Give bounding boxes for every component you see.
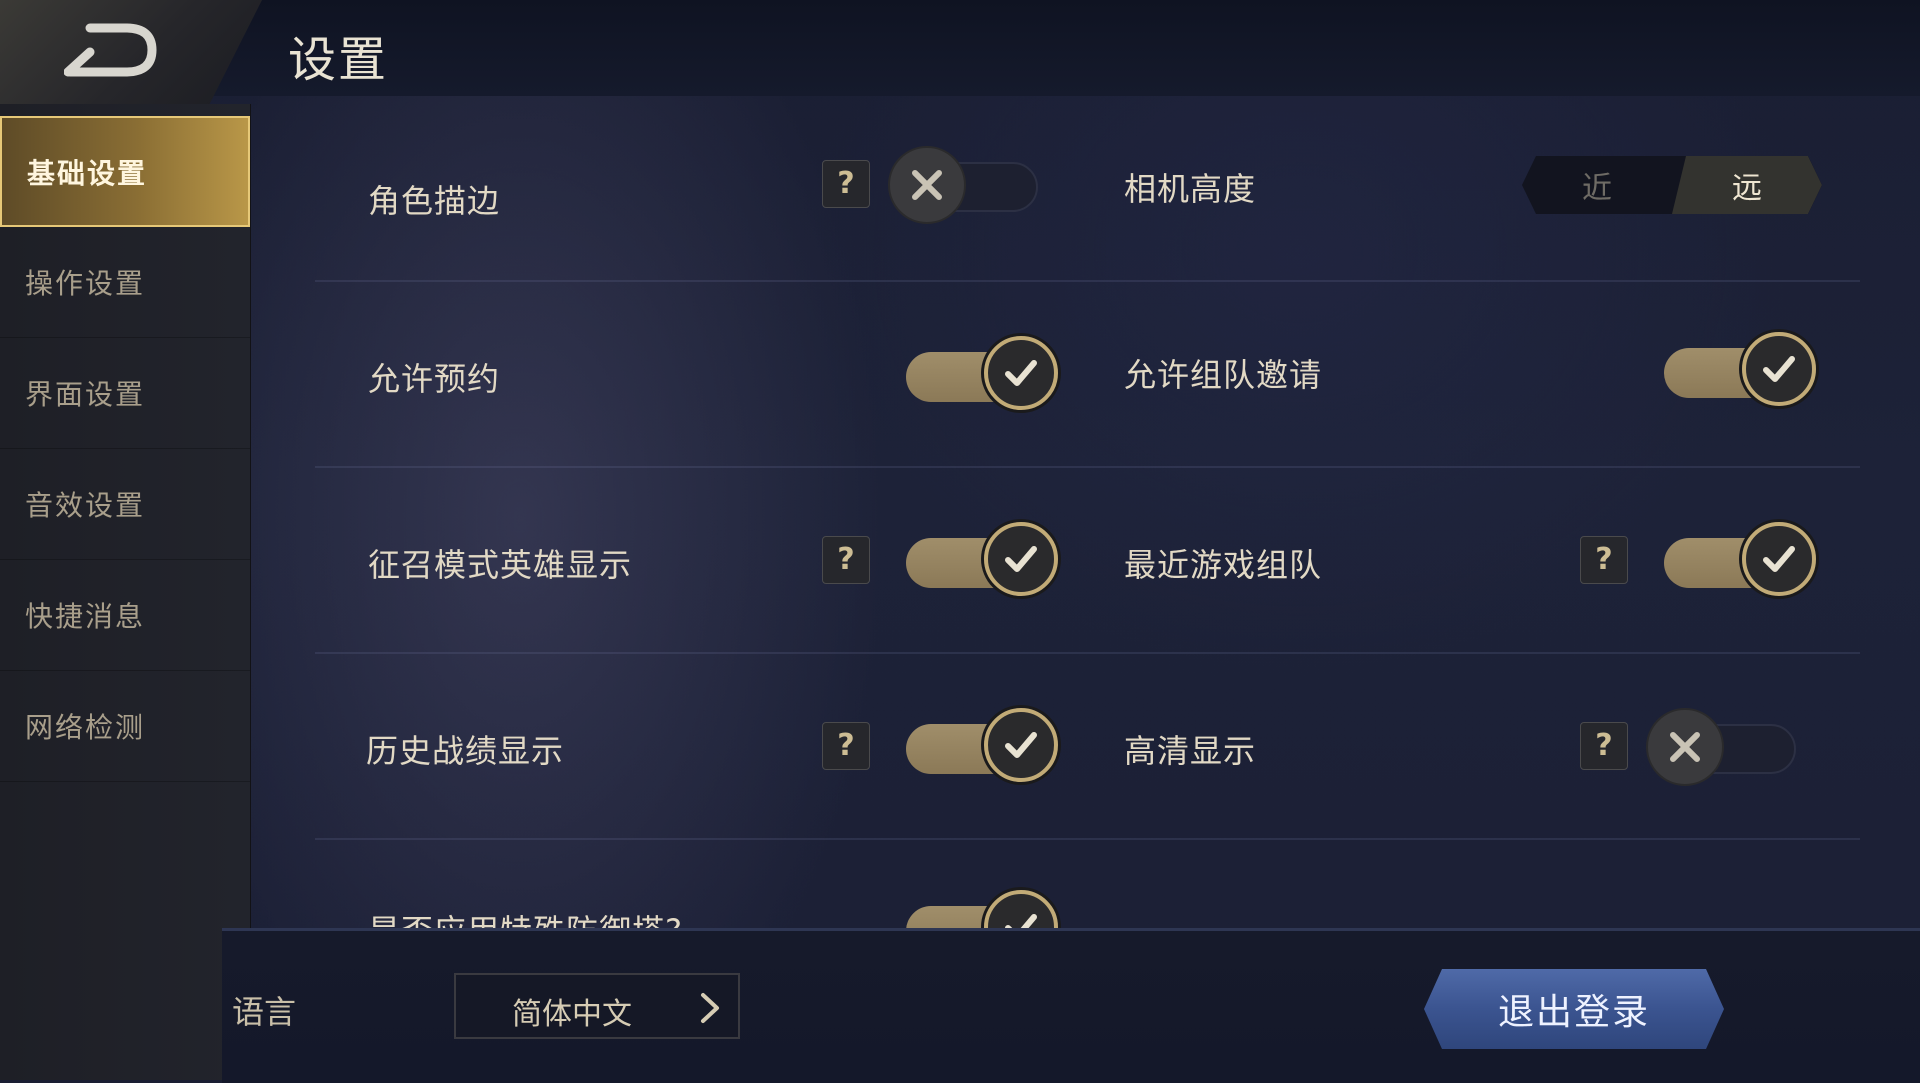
language-selector[interactable]: 简体中文 [454, 973, 740, 1039]
toggle-knob [984, 890, 1058, 930]
toggle-knob [888, 146, 966, 224]
check-icon [1763, 546, 1795, 572]
check-icon [1763, 356, 1795, 382]
check-icon [1005, 546, 1037, 572]
role-outline-label: 角色描边 [368, 182, 501, 220]
row-divider [315, 466, 1860, 468]
help-icon[interactable]: ? [1580, 722, 1628, 770]
recruit-hero-display-toggle[interactable] [906, 522, 1058, 596]
camera-height-selector: 近 远 [1522, 156, 1822, 214]
allow-team-invite-toggle[interactable] [1664, 332, 1816, 406]
page-title: 设置 [288, 32, 389, 88]
history-record-display-toggle[interactable] [906, 708, 1058, 782]
back-button[interactable] [0, 0, 262, 104]
camera-height-label: 相机高度 [1124, 170, 1257, 208]
hd-display-label: 高清显示 [1124, 732, 1257, 770]
language-value: 简体中文 [512, 997, 632, 1032]
recent-game-team-label: 最近游戏组队 [1124, 546, 1323, 584]
hd-display-toggle[interactable] [1646, 708, 1796, 786]
toggle-knob [984, 522, 1058, 596]
toggle-knob [984, 336, 1058, 410]
allow-team-invite-label: 允许组队邀请 [1124, 356, 1323, 394]
toggle-knob [1742, 522, 1816, 596]
history-record-display-label: 历史战绩显示 [366, 732, 565, 770]
sidebar-item-network[interactable]: 网络检测 [0, 671, 250, 782]
recent-game-team-toggle[interactable] [1664, 522, 1816, 596]
camera-far-option[interactable]: 远 [1672, 156, 1822, 214]
settings-content: 角色描边 ? 相机高度 近 远 允许预约 允许组队邀请 征召模式英雄显示 ? 最… [250, 96, 1920, 930]
role-outline-toggle[interactable] [888, 146, 1038, 224]
sidebar-item-controls[interactable]: 操作设置 [0, 227, 250, 338]
check-icon [1005, 732, 1037, 758]
language-label: 语言 [232, 993, 297, 1031]
toggle-knob [1646, 708, 1724, 786]
row-divider [315, 838, 1860, 840]
row-divider [315, 652, 1860, 654]
chevron-right-icon [701, 993, 719, 1023]
special-tower-label: 是否应用特殊防御塔? [368, 906, 683, 930]
toggle-knob [984, 708, 1058, 782]
top-bar: 设置 [0, 0, 1920, 104]
help-icon[interactable]: ? [1580, 536, 1628, 584]
allow-reservation-label: 允许预约 [368, 360, 501, 398]
row-divider [315, 280, 1860, 282]
help-icon[interactable]: ? [822, 722, 870, 770]
sidebar-item-basic[interactable]: 基础设置 [0, 116, 250, 227]
cross-icon [1670, 732, 1700, 762]
sidebar-item-sound[interactable]: 音效设置 [0, 449, 250, 560]
camera-near-option[interactable]: 近 [1522, 156, 1672, 214]
cross-icon [912, 170, 942, 200]
allow-reservation-toggle[interactable] [906, 336, 1058, 410]
bottom-bar: 语言 简体中文 退出登录 [222, 928, 1920, 1083]
help-icon[interactable]: ? [822, 160, 870, 208]
recruit-hero-display-label: 征召模式英雄显示 [368, 546, 633, 584]
back-arrow-icon [64, 23, 157, 77]
toggle-knob [1742, 332, 1816, 406]
check-icon [1005, 360, 1037, 386]
help-icon[interactable]: ? [822, 536, 870, 584]
settings-sidebar: 基础设置 操作设置 界面设置 音效设置 快捷消息 网络检测 [0, 104, 251, 1080]
logout-button[interactable]: 退出登录 [1424, 969, 1724, 1049]
sidebar-item-interface[interactable]: 界面设置 [0, 338, 250, 449]
sidebar-item-quick-messages[interactable]: 快捷消息 [0, 560, 250, 671]
special-tower-toggle[interactable] [906, 890, 1058, 930]
check-icon [1005, 914, 1037, 930]
